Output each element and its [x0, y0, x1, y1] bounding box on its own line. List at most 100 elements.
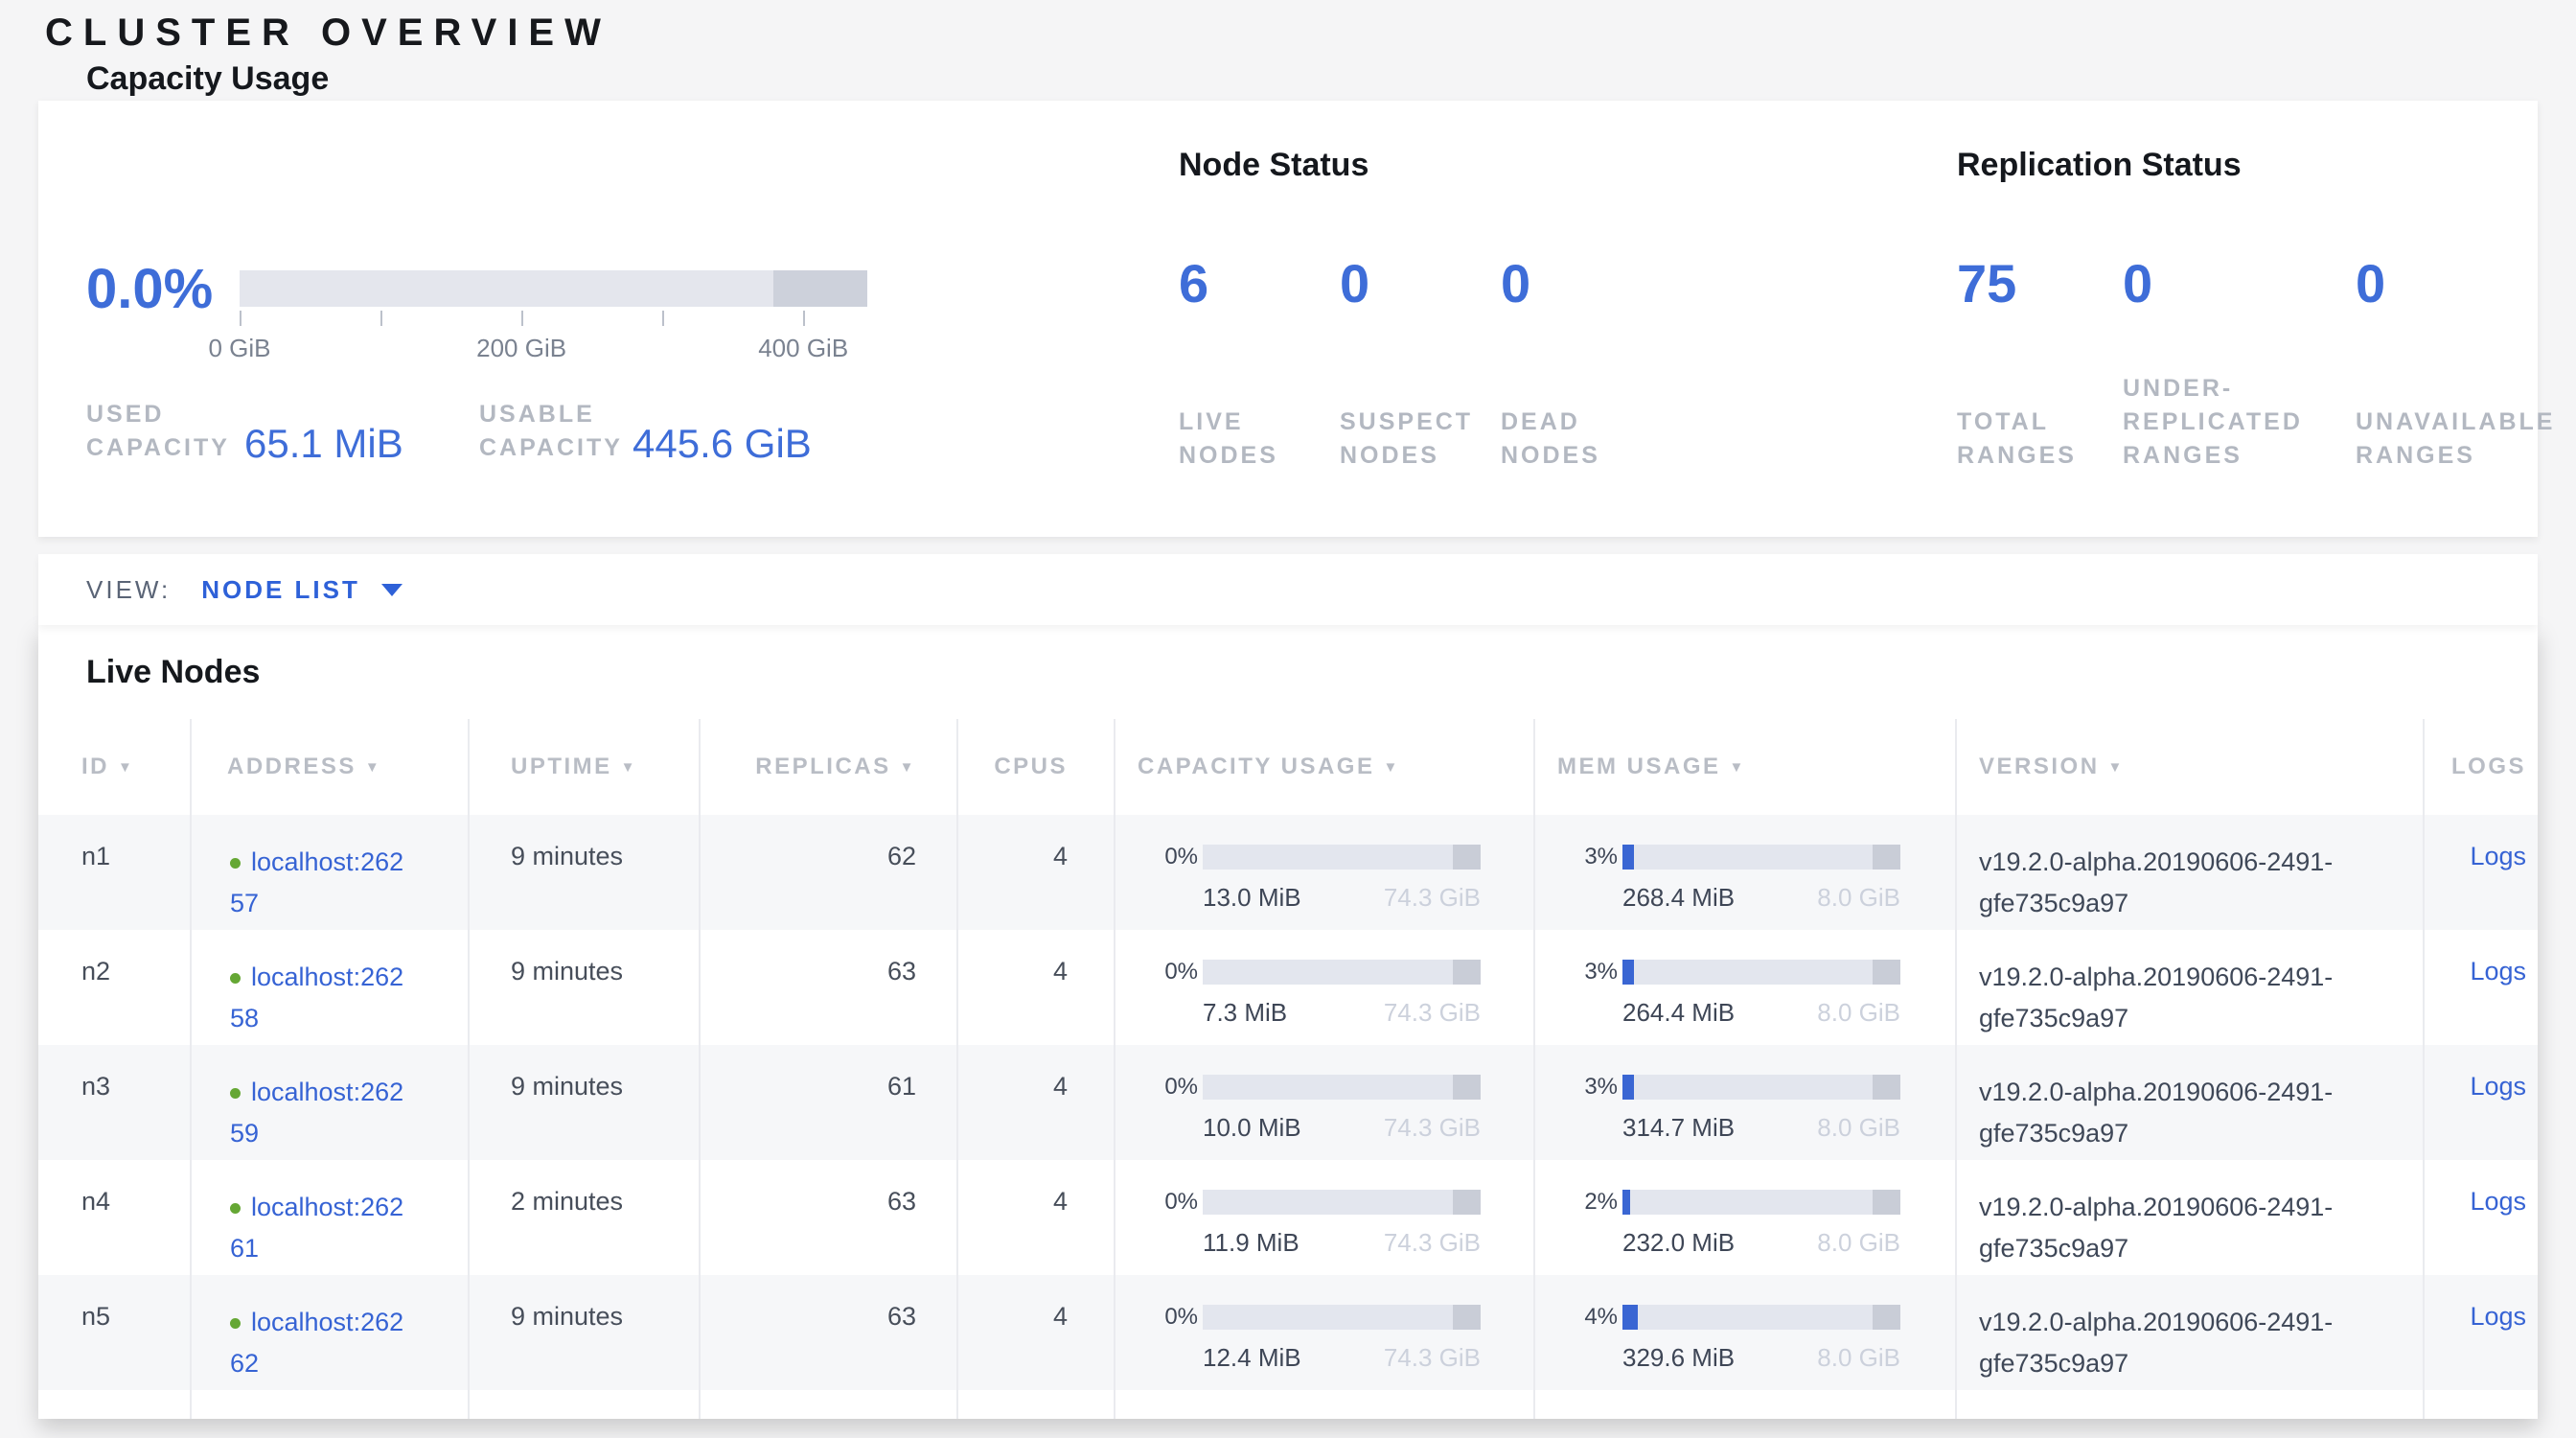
- live-nodes-label: LIVE NODES: [1179, 406, 1340, 473]
- address-line-1: localhost:262: [251, 847, 403, 876]
- sort-arrow-icon: ▼: [365, 759, 381, 776]
- mem-usage-meter: [1622, 845, 1900, 870]
- sort-arrow-icon: ▼: [1383, 759, 1399, 776]
- mem-used-value: 268.4 MiB: [1622, 883, 1735, 913]
- mem-usage-meter: [1622, 1075, 1900, 1100]
- suspect-nodes-count: 0: [1340, 254, 1501, 313]
- capacity-percent-label: 0%: [1116, 959, 1198, 986]
- under-replicated-ranges-stat: 0 UNDER- REPLICATED RANGES: [2123, 254, 2356, 473]
- column-header-replicas[interactable]: REPLICAS ▼: [701, 719, 958, 815]
- column-header-version[interactable]: VERSION ▼: [1957, 719, 2425, 815]
- dead-nodes-count: 0: [1501, 254, 1664, 313]
- mem-meter-tail: [1873, 845, 1900, 870]
- node-logs-link[interactable]: Logs: [2470, 1302, 2526, 1331]
- node-cpus-cell: 4: [958, 1275, 1116, 1390]
- table-row: n1 localhost:262 57 9 minutes 62 4 0% 13…: [38, 815, 2538, 930]
- mem-usage-cell: 3% 268.4 MiB 8.0 GiB: [1535, 815, 1957, 930]
- capacity-used-value: 7.3 MiB: [1203, 998, 1287, 1028]
- node-address-link[interactable]: localhost:262 62: [230, 1302, 468, 1384]
- capacity-axis: 0 GiB 200 GiB 400 GiB: [240, 307, 867, 364]
- axis-tick: [803, 311, 805, 326]
- axis-tick: [521, 311, 523, 326]
- capacity-percent-label: 0%: [1116, 1074, 1198, 1101]
- used-capacity-value: 65.1 MiB: [244, 424, 403, 464]
- node-uptime-cell: 9 minutes: [470, 930, 701, 1045]
- address-line-2: 62: [230, 1343, 468, 1384]
- address-line-2: 59: [230, 1113, 468, 1154]
- node-address-cell: localhost:262 58: [192, 930, 470, 1045]
- capacity-total-value: 74.3 GiB: [1384, 998, 1481, 1028]
- node-replicas-cell: 61: [701, 1045, 958, 1160]
- mem-usage-fill: [1622, 1075, 1634, 1100]
- mem-usage-fill: [1622, 845, 1634, 870]
- version-line-2: gfe735c9a97: [1979, 1228, 2423, 1269]
- capacity-total-value: 74.3 GiB: [1384, 1228, 1481, 1258]
- node-logs-cell: Logs: [2425, 930, 2538, 1045]
- node-address-link[interactable]: localhost:262 58: [230, 957, 468, 1039]
- node-id-cell: n2: [38, 930, 192, 1045]
- node-uptime-cell: 9 minutes: [470, 1275, 701, 1390]
- column-header-label: CAPACITY USAGE: [1138, 754, 1374, 780]
- mem-total-value: 8.0 GiB: [1817, 883, 1900, 913]
- column-header-capacity-usage[interactable]: CAPACITY USAGE ▼: [1116, 719, 1535, 815]
- node-version-cell: v19.2.0-alpha.20190606-2491- gfe735c9a97: [1957, 815, 2425, 930]
- axis-tick-label: 200 GiB: [476, 334, 566, 363]
- capacity-meter-tail: [1453, 1305, 1481, 1330]
- sort-arrow-icon: ▼: [621, 759, 637, 776]
- capacity-used-value: 13.0 MiB: [1203, 883, 1301, 913]
- version-line-1: v19.2.0-alpha.20190606-2491-: [1979, 1302, 2423, 1343]
- live-nodes-count: 6: [1179, 254, 1340, 313]
- node-replicas-cell: 63: [701, 1160, 958, 1275]
- axis-tick: [380, 311, 382, 326]
- mem-usage-cell: 2% 232.0 MiB 8.0 GiB: [1535, 1160, 1957, 1275]
- node-cpus-cell: 4: [958, 930, 1116, 1045]
- node-status-heading: Node Status: [1179, 147, 1907, 184]
- node-address-link[interactable]: localhost:262 61: [230, 1187, 468, 1269]
- unavailable-ranges-count: 0: [2356, 254, 2547, 313]
- axis-tick-label: 400 GiB: [758, 334, 848, 363]
- column-header-uptime[interactable]: UPTIME ▼: [470, 719, 701, 815]
- node-logs-link[interactable]: Logs: [2470, 957, 2526, 986]
- table-body: n1 localhost:262 57 9 minutes 62 4 0% 13…: [38, 815, 2538, 1390]
- column-header-id[interactable]: ID ▼: [38, 719, 192, 815]
- mem-used-value: 329.6 MiB: [1622, 1343, 1735, 1373]
- column-header-label: ID: [81, 754, 109, 780]
- mem-percent-label: 3%: [1535, 959, 1618, 986]
- suspect-nodes-label: SUSPECT NODES: [1340, 406, 1501, 473]
- column-header-cpus: CPUS: [958, 719, 1116, 815]
- node-address-link[interactable]: localhost:262 59: [230, 1072, 468, 1154]
- node-logs-link[interactable]: Logs: [2470, 842, 2526, 870]
- capacity-usage-cell: 0% 7.3 MiB 74.3 GiB: [1116, 930, 1535, 1045]
- usable-capacity-value: 445.6 GiB: [632, 424, 812, 464]
- column-header-address[interactable]: ADDRESS ▼: [192, 719, 470, 815]
- sort-arrow-icon: ▼: [2108, 759, 2125, 776]
- dead-nodes-stat: 0 DEAD NODES: [1501, 254, 1664, 473]
- node-logs-link[interactable]: Logs: [2470, 1072, 2526, 1101]
- unavailable-ranges-stat: 0 UNAVAILABLE RANGES: [2356, 254, 2547, 473]
- view-select-dropdown[interactable]: NODE LIST: [201, 575, 402, 605]
- address-line-1: localhost:262: [251, 1308, 403, 1336]
- mem-usage-fill: [1622, 1190, 1630, 1215]
- total-ranges-count: 75: [1957, 254, 2123, 313]
- mem-usage-meter: [1622, 1190, 1900, 1215]
- view-bar: VIEW: NODE LIST: [38, 554, 2538, 625]
- capacity-percent: 0.0%: [86, 257, 213, 321]
- node-address-cell: localhost:262 59: [192, 1045, 470, 1160]
- node-logs-link[interactable]: Logs: [2470, 1187, 2526, 1216]
- mem-usage-fill: [1622, 960, 1634, 985]
- capacity-meter-tail: [1453, 1075, 1481, 1100]
- column-header-label: ADDRESS: [227, 754, 356, 780]
- node-replicas-cell: 63: [701, 930, 958, 1045]
- node-status-section: Node Status 6 LIVE NODES 0 SUSPECT NODES…: [1179, 101, 1907, 537]
- mem-total-value: 8.0 GiB: [1817, 1113, 1900, 1143]
- capacity-usage-cell: 0% 12.4 MiB 74.3 GiB: [1116, 1275, 1535, 1390]
- capacity-total-value: 74.3 GiB: [1384, 1113, 1481, 1143]
- column-header-mem-usage[interactable]: MEM USAGE ▼: [1535, 719, 1957, 815]
- node-live-dot-icon: [230, 858, 241, 869]
- node-version-cell: v19.2.0-alpha.20190606-2491- gfe735c9a97: [1957, 930, 2425, 1045]
- capacity-used-value: 12.4 MiB: [1203, 1343, 1301, 1373]
- capacity-usage-cell: 0% 11.9 MiB 74.3 GiB: [1116, 1160, 1535, 1275]
- axis-tick: [240, 311, 242, 326]
- node-address-link[interactable]: localhost:262 57: [230, 842, 468, 924]
- node-live-dot-icon: [230, 1203, 241, 1214]
